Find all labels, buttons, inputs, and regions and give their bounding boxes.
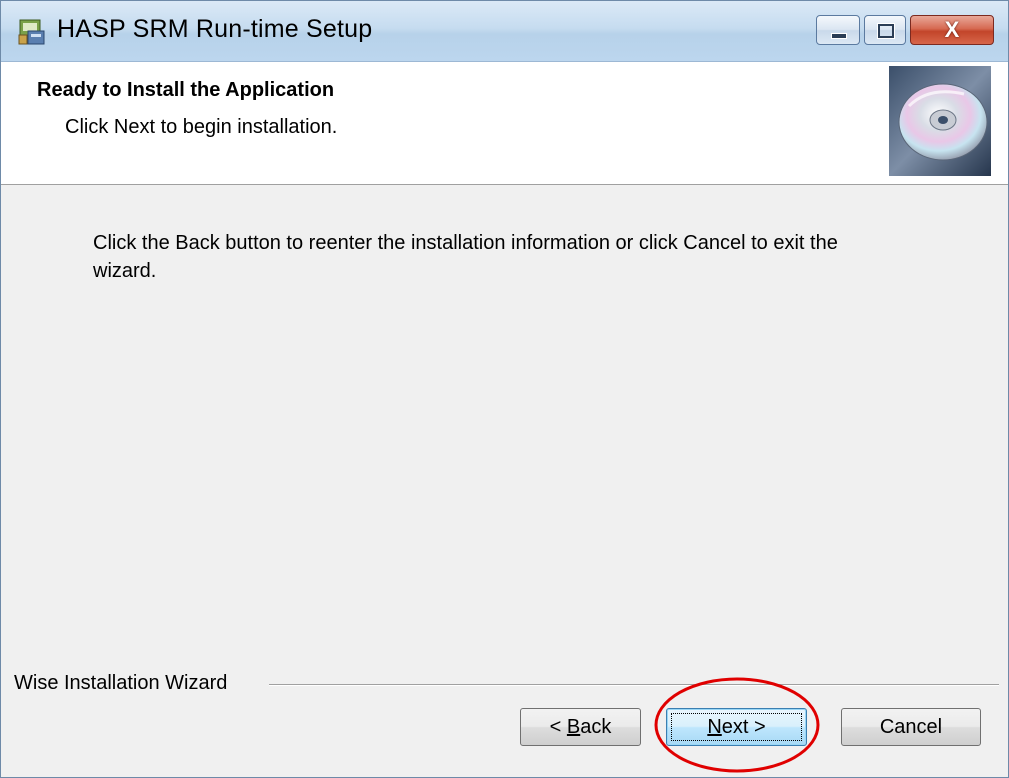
maximize-icon (878, 24, 894, 38)
window-title: HASP SRM Run-time Setup (57, 15, 373, 43)
minimize-button[interactable] (816, 15, 860, 45)
minimize-icon (831, 33, 847, 39)
cancel-button[interactable]: Cancel (841, 708, 981, 746)
next-button-label: ext > (721, 715, 766, 738)
back-button[interactable]: < Back (520, 708, 641, 746)
next-button-mnemonic: N (707, 715, 722, 738)
cd-disc-icon (889, 66, 991, 176)
back-button-label: ack (580, 715, 612, 738)
maximize-button[interactable] (864, 15, 906, 45)
close-button[interactable]: X (910, 15, 994, 45)
next-button[interactable]: Next > (666, 708, 807, 746)
back-button-mnemonic: B (566, 715, 581, 738)
close-icon: X (944, 17, 960, 42)
page-subtitle: Click Next to begin installation. (65, 116, 338, 138)
back-button-prefix: < (549, 715, 567, 738)
footer-separator (269, 684, 999, 686)
wizard-header: Ready to Install the Application Click N… (1, 62, 1008, 185)
brand-label: Wise Installation Wizard (14, 672, 236, 695)
page-title: Ready to Install the Application (37, 79, 335, 101)
setup-window: HASP SRM Run-time Setup X Ready to Insta… (0, 0, 1009, 778)
body-message: Click the Back button to reenter the ins… (93, 232, 838, 282)
title-bar[interactable]: HASP SRM Run-time Setup X (1, 1, 1008, 62)
installer-app-icon (18, 19, 45, 45)
